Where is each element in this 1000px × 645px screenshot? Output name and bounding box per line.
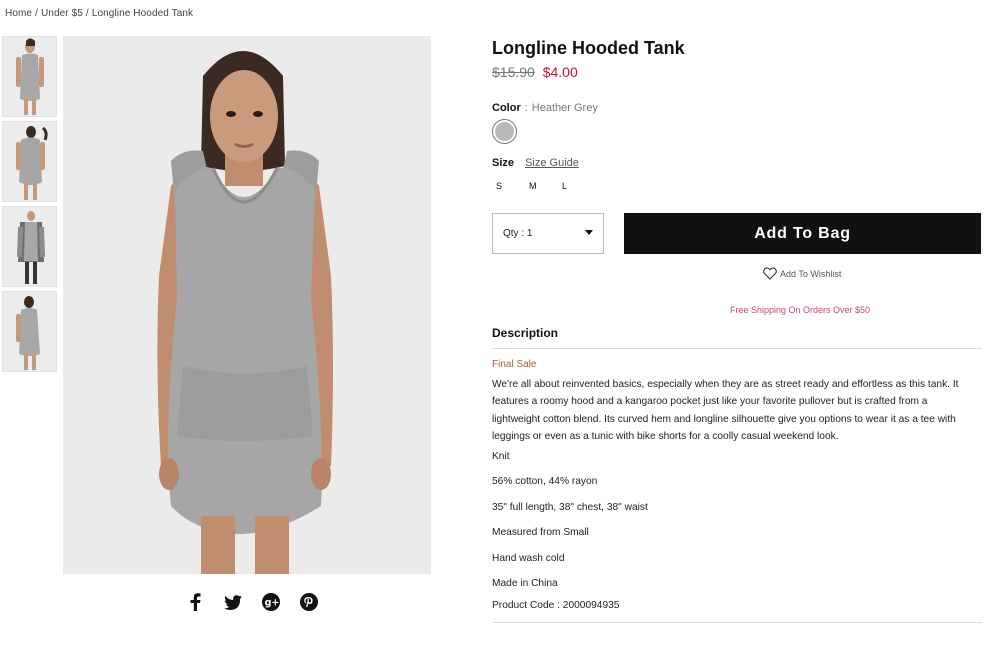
color-swatch-heather-grey[interactable] [492, 119, 517, 144]
size-option-l[interactable]: L [562, 181, 595, 191]
detail-origin: Made in China [492, 578, 558, 589]
quantity-value: Qty : 1 [503, 228, 533, 239]
google-plus-icon[interactable]: g+ [252, 590, 290, 614]
breadcrumb: Home / Under $5/Longline Hooded Tank [5, 8, 193, 19]
description-body: We're all about reinvented basics, espec… [492, 379, 959, 442]
add-to-bag-button[interactable]: Add To Bag [624, 213, 981, 254]
original-price: $15.90 [492, 64, 535, 80]
breadcrumb-current: Longline Hooded Tank [91, 8, 194, 19]
social-share-bar: g+ [176, 590, 328, 614]
color-label: Color [492, 102, 521, 114]
swatch-fill [495, 122, 514, 141]
color-row: Color: Heather Grey [492, 102, 598, 114]
product-code: Product Code : 2000094935 [492, 600, 620, 611]
color-separator: : [524, 102, 528, 114]
divider [492, 622, 982, 623]
main-product-image[interactable] [63, 36, 431, 574]
detail-fabric: Knit [492, 451, 510, 462]
thumbnail-styled[interactable] [2, 206, 57, 287]
thumbnail-front[interactable] [2, 36, 57, 117]
breadcrumb-separator: / [85, 8, 89, 19]
breadcrumb-home[interactable]: Home [5, 8, 32, 19]
size-option-m[interactable]: M [529, 181, 562, 191]
product-title: Longline Hooded Tank [492, 38, 685, 58]
detail-care: Hand wash cold [492, 553, 565, 564]
breadcrumb-under-5[interactable]: Under $5 [41, 8, 83, 19]
twitter-icon[interactable] [214, 590, 252, 614]
pinterest-icon[interactable] [290, 590, 328, 614]
detail-content: 56% cotton, 44% rayon [492, 476, 598, 487]
thumbnail-side[interactable] [2, 291, 57, 372]
free-shipping-note: Free Shipping On Orders Over $50 [730, 305, 871, 315]
breadcrumb-separator: / [35, 8, 38, 19]
size-option-s[interactable]: S [496, 181, 529, 191]
size-options: S M L [496, 181, 595, 191]
color-value: Heather Grey [531, 102, 598, 114]
size-row: Size Size Guide [492, 157, 579, 169]
thumbnail-back[interactable] [2, 121, 57, 202]
heart-icon [763, 267, 777, 280]
facebook-icon[interactable] [176, 590, 214, 614]
description-heading: Description [492, 326, 559, 340]
price-block: $15.90 $4.00 [492, 64, 578, 80]
sale-price: $4.00 [542, 64, 578, 80]
svg-text:g+: g+ [265, 598, 280, 609]
size-label: Size [492, 157, 515, 169]
chevron-down-icon [585, 230, 593, 235]
quantity-select[interactable]: Qty : 1 [492, 213, 604, 254]
wishlist-label: Add To Wishlist [780, 268, 842, 279]
divider [492, 348, 982, 349]
add-to-wishlist-link[interactable]: Add To Wishlist [763, 267, 841, 280]
detail-measured-from: Measured from Small [492, 527, 589, 538]
thumbnail-list [2, 36, 58, 376]
final-sale-tag: Final Sale [492, 359, 537, 370]
detail-measurements: 35" full length, 38" chest, 38" waist [492, 502, 648, 513]
size-guide-link[interactable]: Size Guide [525, 157, 579, 169]
